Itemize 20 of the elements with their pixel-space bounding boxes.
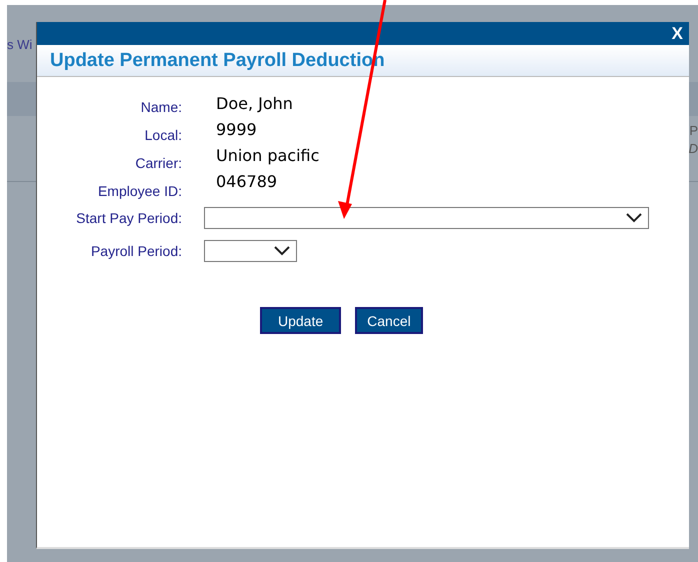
dropdown-field[interactable] — [204, 240, 297, 262]
field-value: Doe, John — [216, 93, 294, 115]
background-text: s Wi — [7, 37, 32, 52]
dialog-button[interactable]: Update — [260, 307, 342, 334]
chevron-down-icon — [274, 246, 290, 256]
close-button[interactable]: X — [672, 24, 683, 44]
field-value: 9999 — [216, 119, 258, 141]
field-value: 046789 — [216, 171, 278, 193]
background-text: D — [688, 141, 698, 156]
background-text: P — [689, 123, 698, 138]
chevron-down-icon — [626, 213, 642, 223]
field-value: Union pacific — [216, 145, 320, 167]
field-label: Name: — [140, 98, 182, 117]
dialog-button[interactable]: Cancel — [355, 307, 423, 334]
field-label: Local: — [144, 126, 182, 145]
field-label: Carrier: — [135, 154, 182, 173]
field-label: Payroll Period: — [90, 242, 182, 260]
field-label: Employee ID: — [98, 182, 182, 201]
dropdown-field[interactable] — [204, 207, 649, 229]
field-label: Start Pay Period: — [76, 208, 182, 228]
